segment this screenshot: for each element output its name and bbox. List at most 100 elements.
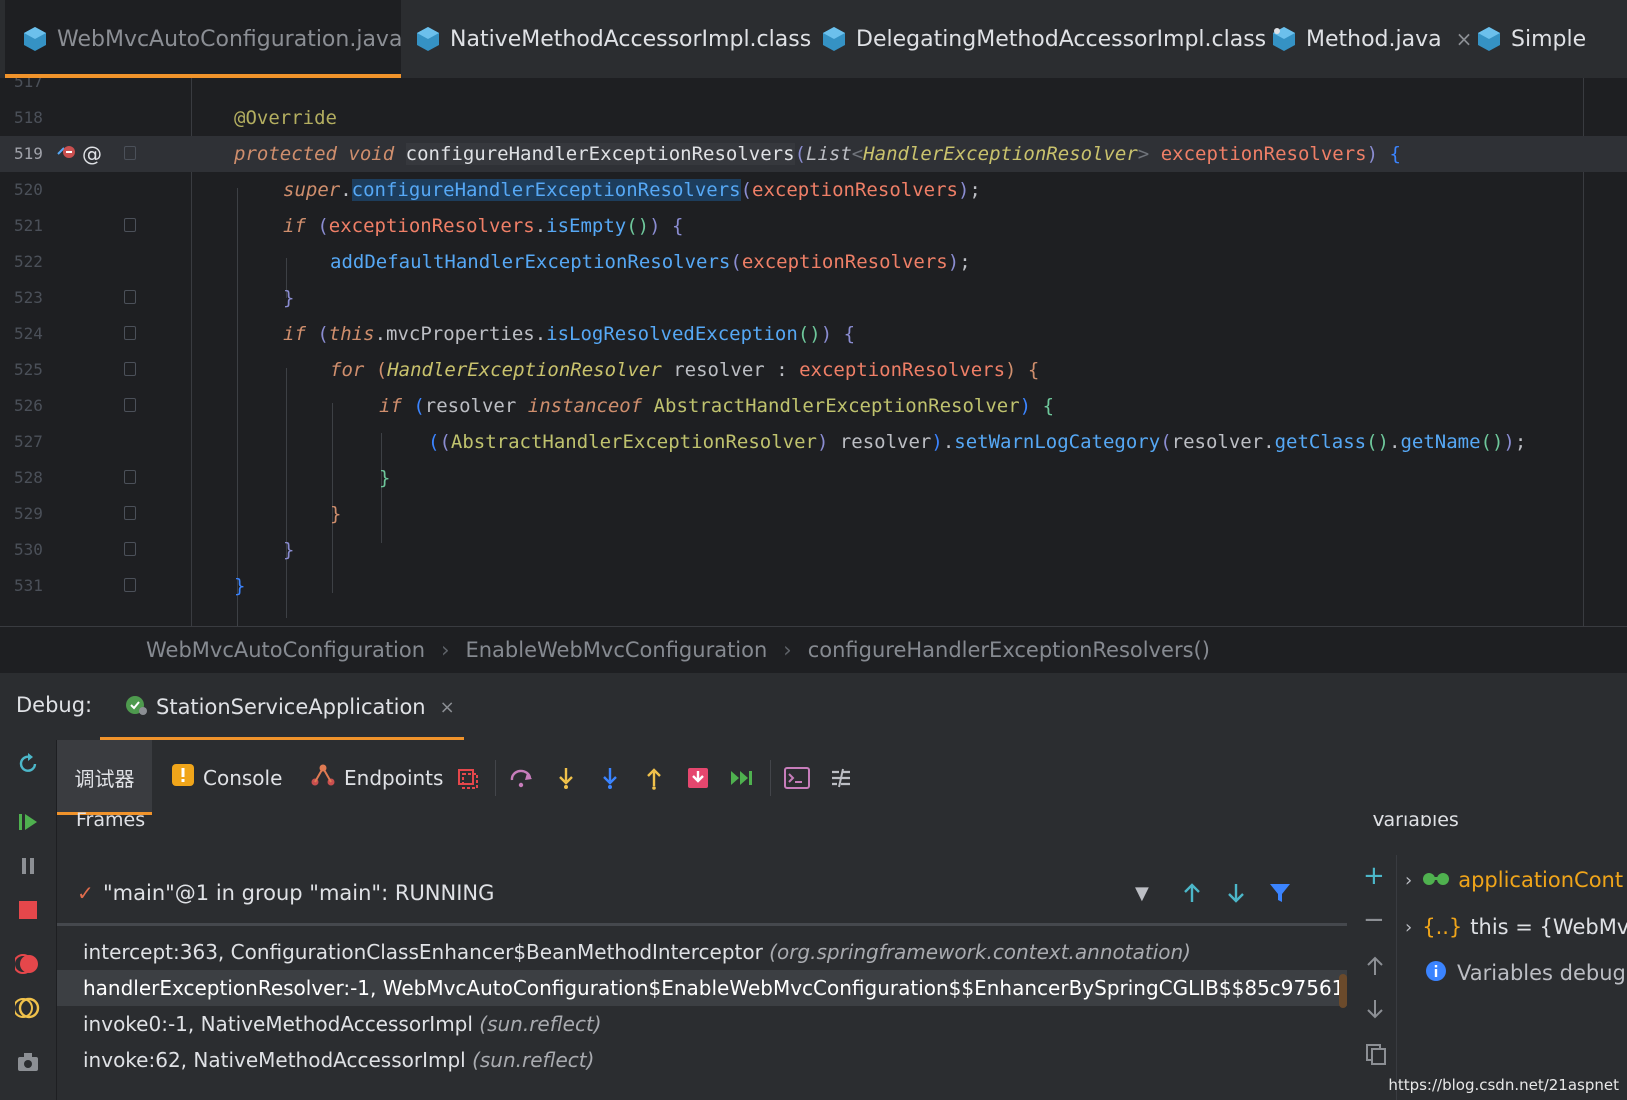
chevron-right-icon[interactable]: › <box>1405 870 1412 891</box>
spring-boot-run-icon <box>122 693 148 722</box>
pause-icon[interactable] <box>14 852 42 880</box>
fold-marker-icon[interactable] <box>124 578 136 592</box>
code-line: 529 } <box>0 496 1627 532</box>
endpoints-icon <box>310 763 336 792</box>
fold-marker-icon[interactable] <box>124 362 136 376</box>
code-line: 523 } <box>0 280 1627 316</box>
chevron-down-icon[interactable]: ▼ <box>1135 883 1149 904</box>
closing-brace: } <box>283 287 295 309</box>
arrow-up-icon[interactable] <box>1365 955 1385 981</box>
breadcrumb-item[interactable]: EnableWebMvcConfiguration <box>465 638 767 662</box>
filter-icon[interactable] <box>1268 881 1292 911</box>
watch-glasses-icon <box>1422 868 1450 892</box>
tab-label: Endpoints <box>344 765 444 790</box>
close-icon[interactable]: × <box>440 697 455 718</box>
line-number: 518 <box>14 108 43 127</box>
rerun-icon[interactable] <box>14 750 42 778</box>
code-statement: ((AbstractHandlerExceptionResolver) reso… <box>428 431 1527 453</box>
arrow-up-icon[interactable] <box>1180 881 1204 911</box>
drop-frame-icon[interactable] <box>684 764 712 792</box>
thread-label: "main"@1 in group "main": RUNNING <box>103 881 495 905</box>
fold-marker-icon[interactable] <box>124 218 136 232</box>
remove-watch-icon[interactable]: − <box>1363 905 1385 935</box>
breadcrumb-item[interactable]: configureHandlerExceptionResolvers() <box>808 638 1210 662</box>
line-number: 519 <box>14 144 43 163</box>
fold-marker-icon[interactable] <box>124 326 136 340</box>
variable-row[interactable]: › {..} this = {WebMvc <box>1405 909 1627 945</box>
arrow-down-icon[interactable] <box>1365 998 1385 1024</box>
fold-marker-icon[interactable] <box>124 290 136 304</box>
step-into-icon[interactable] <box>552 764 580 792</box>
code-statement: if (this.mvcProperties.isLogResolvedExce… <box>283 323 856 345</box>
tab-endpoints[interactable]: Endpoints <box>310 740 443 815</box>
step-over-icon[interactable] <box>508 764 536 792</box>
code-line: 525 for (HandlerExceptionResolver resolv… <box>0 352 1627 388</box>
variable-row[interactable]: › applicationCont <box>1405 862 1623 898</box>
frame-row-selected[interactable]: handlerExceptionResolver:-1, WebMvcAutoC… <box>57 970 1347 1006</box>
tab-label: Console <box>203 765 283 790</box>
breadcrumb-separator: › <box>441 637 450 662</box>
info-icon <box>1425 960 1447 987</box>
chevron-right-icon[interactable]: › <box>1405 917 1412 938</box>
camera-icon[interactable] <box>14 1048 42 1076</box>
resume-icon[interactable] <box>14 808 42 836</box>
variables-side-toolbar: + − <box>1357 855 1397 1100</box>
stop-icon[interactable] <box>14 896 42 924</box>
frames-panel: Frames ✓ "main"@1 in group "main": RUNNI… <box>57 809 1357 1100</box>
code-line: 531 } <box>0 568 1627 604</box>
show-execution-point-icon[interactable] <box>453 764 481 792</box>
line-number: 523 <box>14 288 43 307</box>
debugger-toolbar: 调试器 Console Endpoints <box>57 740 1627 815</box>
breadcrumb: WebMvcAutoConfiguration › EnableWebMvcCo… <box>0 626 1627 672</box>
breadcrumb-item[interactable]: WebMvcAutoConfiguration <box>146 638 425 662</box>
tab-method-java[interactable]: Method.java × <box>1272 0 1472 78</box>
force-step-into-icon[interactable] <box>596 764 624 792</box>
trace-current-stream-icon[interactable] <box>827 764 855 792</box>
view-breakpoints-icon[interactable] <box>14 950 42 978</box>
debug-label: Debug: <box>16 693 93 717</box>
fold-marker-icon[interactable] <box>124 470 136 484</box>
closing-brace: } <box>379 467 391 489</box>
code-line: 518 @Override <box>0 100 1627 136</box>
session-label: StationServiceApplication <box>156 695 426 719</box>
code-statement: addDefaultHandlerExceptionResolvers(exce… <box>330 251 971 273</box>
fold-marker-icon[interactable] <box>124 542 136 556</box>
tab-delegatingmethodaccessorimpl[interactable]: DelegatingMethodAccessorImpl.class × <box>822 0 1297 78</box>
close-icon[interactable]: × <box>1456 27 1473 51</box>
step-out-icon[interactable] <box>640 764 668 792</box>
java-class-icon <box>23 26 47 52</box>
tab-console[interactable]: Console <box>171 740 282 815</box>
add-watch-icon[interactable]: + <box>1363 861 1385 891</box>
fold-marker-icon[interactable] <box>124 506 136 520</box>
arrow-down-icon[interactable] <box>1224 881 1248 911</box>
tab-simple[interactable]: Simple <box>1477 0 1586 78</box>
mute-breakpoints-icon[interactable] <box>14 994 42 1022</box>
code-editor[interactable]: 517 518 @Override 519 @ protected void c… <box>0 78 1627 626</box>
frame-list[interactable]: intercept:363, ConfigurationClassEnhance… <box>57 923 1347 1100</box>
copy-icon[interactable] <box>1365 1043 1387 1069</box>
tab-nativemethodaccessorimpl[interactable]: NativeMethodAccessorImpl.class × <box>416 0 842 78</box>
tab-debug-session[interactable]: StationServiceApplication × <box>100 673 464 741</box>
line-number: 525 <box>14 360 43 379</box>
annotation-override: @Override <box>234 107 337 129</box>
fold-marker-icon[interactable] <box>124 398 136 412</box>
thread-selector[interactable]: ✓ "main"@1 in group "main": RUNNING <box>57 875 1357 915</box>
warning-icon <box>171 763 195 792</box>
tab-debugger[interactable]: 调试器 <box>57 740 152 815</box>
frame-row[interactable]: intercept:363, ConfigurationClassEnhance… <box>57 934 1347 970</box>
line-number: 527 <box>14 432 43 451</box>
fold-marker-icon[interactable] <box>124 146 136 160</box>
line-number: 528 <box>14 468 43 487</box>
code-line: 517 <box>0 78 1627 100</box>
tab-webmvcautoconfiguration[interactable]: WebMvcAutoConfiguration.java × <box>5 0 433 78</box>
toolbar-separator <box>495 760 496 796</box>
evaluate-expression-icon[interactable] <box>783 764 811 792</box>
frame-row[interactable]: invoke0:-1, NativeMethodAccessorImpl (su… <box>57 1006 1347 1042</box>
frame-row[interactable]: invoke:62, NativeMethodAccessorImpl (sun… <box>57 1042 1347 1078</box>
debug-side-toolbar <box>0 740 57 1100</box>
run-to-cursor-icon[interactable] <box>728 764 756 792</box>
breadcrumb-separator: › <box>783 637 792 662</box>
tab-label: DelegatingMethodAccessorImpl.class <box>856 26 1267 52</box>
annotation-gutter-icon[interactable]: @ <box>82 136 102 172</box>
frames-scrollbar[interactable] <box>1339 974 1347 1008</box>
